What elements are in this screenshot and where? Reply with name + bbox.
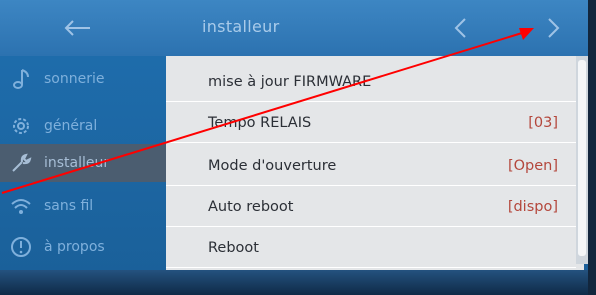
- sidebar-item-label: général: [44, 118, 98, 134]
- menu-row-tempo-relais[interactable]: Tempo RELAIS [03]: [166, 103, 576, 143]
- sidebar-item-sonnerie[interactable]: sonnerie: [0, 60, 166, 98]
- chevron-right-icon: [548, 18, 560, 38]
- row-label: Mode d'ouverture: [208, 157, 337, 174]
- sidebar-item-label: sonnerie: [44, 71, 105, 87]
- row-value: [Open]: [507, 157, 558, 174]
- wrench-icon: [6, 148, 36, 178]
- sidebar-item-a-propos[interactable]: à propos: [0, 228, 166, 266]
- gear-icon: [6, 111, 36, 141]
- row-label: mise à jour FIRMWARE: [208, 73, 372, 90]
- sidebar-item-label: sans fil: [44, 198, 94, 214]
- scrollbar-thumb[interactable]: [578, 60, 586, 256]
- row-label: Auto reboot: [208, 198, 294, 215]
- chevron-left-icon: [454, 18, 466, 38]
- sidebar-item-label: installeur: [44, 155, 110, 171]
- row-value: [dispo]: [507, 198, 558, 215]
- settings-list: mise à jour FIRMWARE Tempo RELAIS [03] M…: [166, 56, 584, 295]
- sidebar: sonnerie général installeur sans fil à p…: [0, 56, 166, 295]
- menu-row-reboot[interactable]: Reboot: [166, 228, 576, 268]
- sidebar-item-general[interactable]: général: [0, 107, 166, 145]
- menu-row-mode-ouverture[interactable]: Mode d'ouverture [Open]: [166, 146, 576, 186]
- row-label: Reboot: [208, 239, 259, 256]
- device-screen: installeur sonnerie général installeur s…: [0, 0, 596, 295]
- row-value: [03]: [528, 114, 558, 131]
- previous-button[interactable]: [446, 12, 476, 44]
- next-button[interactable]: [538, 12, 568, 44]
- sidebar-item-label: à propos: [44, 239, 105, 255]
- info-icon: [6, 232, 36, 262]
- row-label: Tempo RELAIS: [208, 114, 312, 131]
- screen-right-bezel: [588, 0, 596, 295]
- back-button[interactable]: [58, 12, 98, 44]
- menu-row-firmware-update[interactable]: mise à jour FIRMWARE: [166, 62, 576, 102]
- list-scrollbar[interactable]: [576, 56, 588, 264]
- page-title: installeur: [202, 17, 280, 36]
- screen-bottom-bezel: [0, 270, 596, 295]
- back-arrow-icon: [64, 20, 90, 36]
- wifi-icon: [6, 191, 36, 221]
- header-bar: installeur: [0, 0, 596, 56]
- music-note-icon: [6, 64, 36, 94]
- sidebar-item-installeur[interactable]: installeur: [0, 144, 166, 182]
- menu-row-auto-reboot[interactable]: Auto reboot [dispo]: [166, 187, 576, 227]
- sidebar-item-sans-fil[interactable]: sans fil: [0, 187, 166, 225]
